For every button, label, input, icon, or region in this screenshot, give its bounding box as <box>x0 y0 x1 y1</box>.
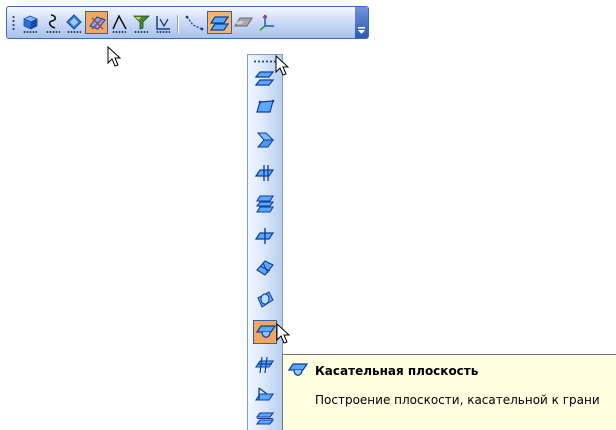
toolbar-options-button[interactable] <box>355 7 368 38</box>
tangent-plane-icon <box>256 325 276 338</box>
normal-plane-button[interactable] <box>253 192 277 216</box>
compact-toolbar <box>6 6 369 39</box>
midway-plane-button[interactable] <box>253 224 277 248</box>
surface-button[interactable] <box>63 11 86 34</box>
plane-midway-icon <box>255 228 275 244</box>
funnel-filter-icon <box>133 15 150 30</box>
offset-plane-icon <box>255 71 275 86</box>
tangent-plane-button[interactable] <box>253 320 277 344</box>
plane-at-angle-icon <box>256 132 275 148</box>
coordinate-system-button[interactable] <box>255 11 278 34</box>
angle-line-button[interactable] <box>108 11 131 34</box>
plane-normal-icon <box>255 195 275 213</box>
plane-through-edge-icon <box>255 165 275 181</box>
perpendicular-plane-button[interactable] <box>253 353 277 377</box>
tooltip: Касательная плоскость Построение плоскос… <box>282 354 616 430</box>
curve-button[interactable] <box>183 11 206 34</box>
cylinder-plane-button[interactable] <box>253 288 277 312</box>
plane-icon <box>210 16 229 31</box>
spline-button[interactable] <box>42 11 65 34</box>
spline-curve-icon <box>48 14 57 29</box>
surface-diamond-icon <box>66 14 82 30</box>
tooltip-title: Касательная плоскость <box>315 364 479 378</box>
offset-plane-button[interactable] <box>253 67 277 91</box>
cube-button[interactable] <box>19 11 42 34</box>
plane-edge-vertex-icon <box>255 387 275 401</box>
angle-line-icon <box>112 14 127 30</box>
axes-icon <box>259 14 274 31</box>
dashed-curve-icon <box>185 15 204 31</box>
plane-perpendicular-icon <box>255 356 275 374</box>
point-on-plane-icon <box>89 16 106 30</box>
plane-three-points-icon <box>256 99 275 113</box>
tangent-plane-icon <box>287 363 309 376</box>
tooltip-description: Построение плоскости, касательной к гран… <box>315 393 600 407</box>
filter-button[interactable] <box>130 11 153 34</box>
screen: Касательная плоскость Построение плоскос… <box>0 0 616 430</box>
parallel-plane-button[interactable] <box>253 407 277 430</box>
plane-through-point-icon <box>256 260 274 276</box>
mouse-cursor-icon <box>107 46 121 67</box>
plane-parallel-icon <box>255 412 275 425</box>
plane-cylinder-icon <box>257 291 274 308</box>
tooltip-icon <box>287 361 309 381</box>
gray-plane-icon <box>234 17 253 27</box>
edge-plane-button[interactable] <box>253 161 277 185</box>
edge-vertex-plane-button[interactable] <box>253 383 277 407</box>
plane-dropdown-toolbar <box>247 54 283 430</box>
point-on-plane-button[interactable] <box>85 11 108 34</box>
dimension-button[interactable] <box>152 11 175 34</box>
surface-plane-button[interactable] <box>232 11 255 34</box>
mouse-cursor-icon <box>276 323 290 344</box>
toolbar-separator <box>177 15 178 33</box>
point-plane-button[interactable] <box>253 256 277 280</box>
dropdown-grip[interactable] <box>253 60 277 63</box>
cube-icon <box>23 15 38 30</box>
dimension-icon <box>156 16 170 30</box>
angle-plane-button[interactable] <box>253 128 277 152</box>
toolbar-grip[interactable] <box>12 15 15 31</box>
auxiliary-plane-button[interactable] <box>207 11 232 34</box>
three-point-plane-button[interactable] <box>253 95 277 119</box>
mouse-cursor-icon <box>275 55 289 76</box>
chevron-down-icon <box>358 27 365 34</box>
